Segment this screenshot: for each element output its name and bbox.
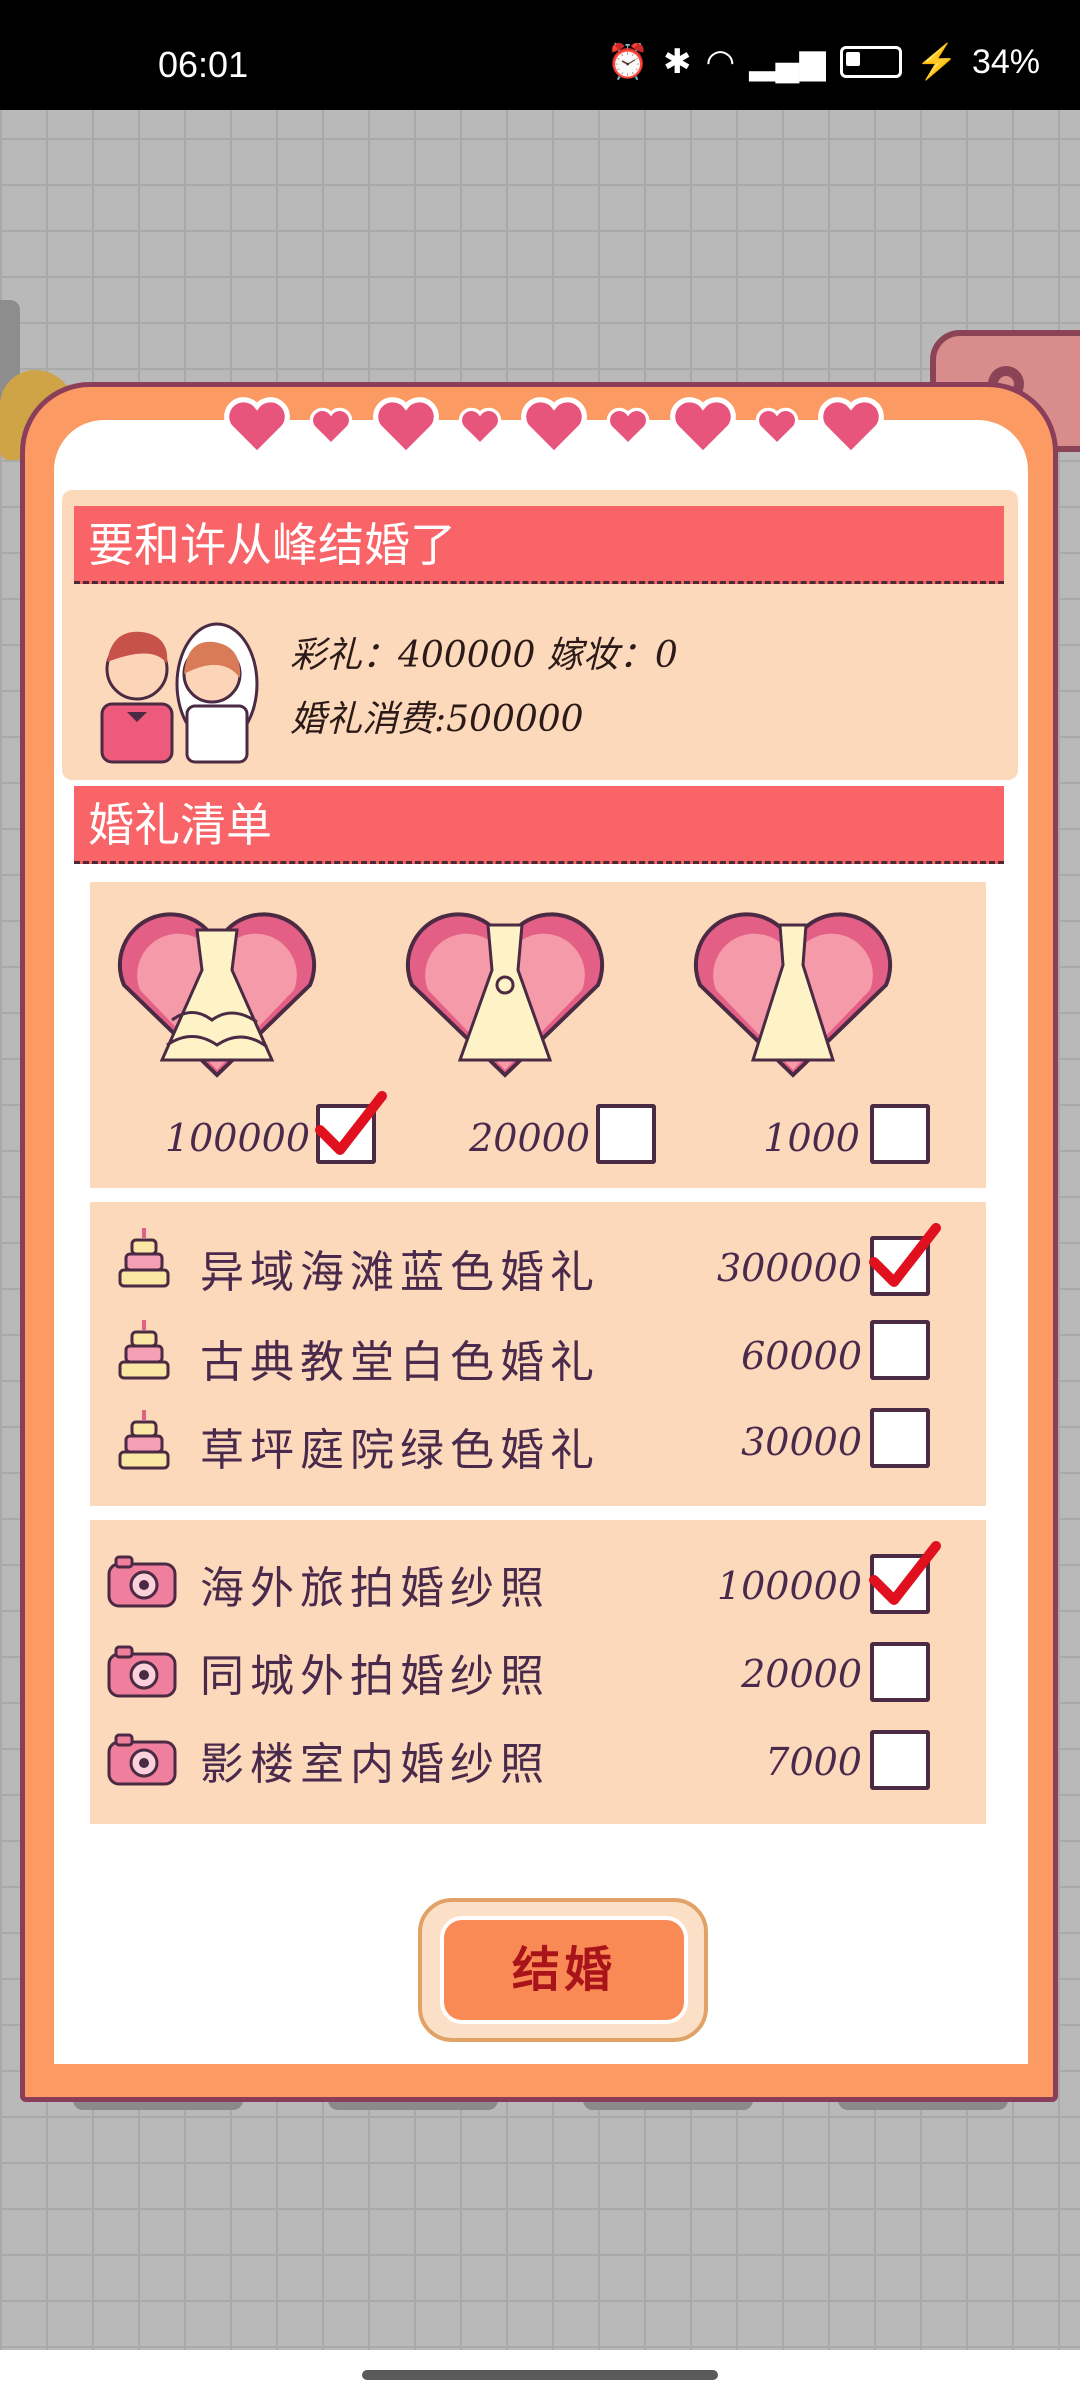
wedding-cake-icon [118,1228,170,1288]
wedding-cost-text: 婚礼消费:500000 [290,699,584,740]
dress-option-3-checkbox[interactable] [870,1104,930,1164]
status-time: 06:01 [158,44,249,85]
photo-option-3-label: 影楼室内婚纱照 [200,1739,550,1790]
status-bar: 06:01 ⏰ ✱ ◠ ▂▄▆ ⚡ 34% [0,0,1080,110]
home-gesture-handle[interactable] [362,2370,718,2380]
photo-option-2-label: 同城外拍婚纱照 [200,1651,550,1702]
dress-option-3-image[interactable] [688,910,898,1080]
wedding-option-3-label: 草坪庭院绿色婚礼 [200,1425,600,1476]
heart-icon [224,397,290,458]
wedding-option-1-price: 300000 [716,1246,862,1290]
camera-icon [107,1733,177,1786]
bride-price-text: 彩礼：400000 嫁妆：0 [290,635,678,676]
battery-icon [839,46,902,78]
dress-option-1-image[interactable] [112,910,322,1080]
signal-icon: ▂▄▆ [749,43,826,81]
dress-option-1-price: 100000 [164,1116,310,1160]
heart-icon [458,407,501,447]
wedding-option-3-price: 30000 [741,1420,862,1464]
wedding-option-2-checkbox[interactable] [870,1320,930,1380]
dress-option-1-checkbox[interactable] [315,1091,387,1164]
checkmark-icon [869,1223,941,1287]
camera-icon [107,1555,177,1608]
wedding-option-1-label: 异域海滩蓝色婚礼 [200,1247,600,1298]
wedding-option-1-checkbox[interactable] [869,1223,941,1296]
heart-icon [521,397,587,458]
bluetooth-icon: ✱ [663,43,692,81]
dialog-title: 要和许从峰结婚了 [74,506,1004,584]
dress-option-2-image[interactable] [400,910,610,1080]
checkmark-icon [869,1541,941,1605]
photo-option-1-label: 海外旅拍婚纱照 [200,1563,550,1614]
heart-decoration-row [224,392,884,462]
checkmark-icon [315,1091,387,1155]
heart-icon [607,407,650,447]
checklist-title: 婚礼清单 [74,786,1004,864]
photo-option-1-price: 100000 [716,1564,862,1608]
charging-icon: ⚡ [915,43,958,81]
wedding-option-3-checkbox[interactable] [870,1408,930,1468]
photo-option-3-checkbox[interactable] [870,1730,930,1790]
couple-avatar [100,622,259,764]
wifi-icon: ◠ [705,43,736,81]
dress-option-3-price: 1000 [763,1116,860,1160]
wedding-cake-icon [118,1320,170,1380]
heart-icon [310,407,353,447]
dress-option-2-price: 20000 [469,1116,590,1160]
photo-option-3-price: 7000 [765,1740,862,1784]
heart-icon [818,397,884,458]
heart-icon [755,407,798,447]
alarm-icon: ⏰ [606,43,650,81]
marry-button[interactable]: 结婚 [440,1916,688,2024]
battery-percent: 34% [971,42,1040,81]
heart-icon [669,397,736,458]
photo-option-2-price: 20000 [741,1652,862,1696]
photo-option-1-checkbox[interactable] [869,1541,941,1614]
dress-option-2-checkbox[interactable] [596,1104,656,1164]
heart-icon [372,397,439,458]
photo-option-2-checkbox[interactable] [870,1642,930,1702]
status-icons: ⏰ ✱ ◠ ▂▄▆ ⚡ 34% [607,42,1040,82]
wedding-cake-icon [118,1410,170,1470]
wedding-option-2-label: 古典教堂白色婚礼 [200,1337,600,1388]
wedding-option-2-price: 60000 [741,1334,862,1378]
camera-icon [107,1645,177,1698]
